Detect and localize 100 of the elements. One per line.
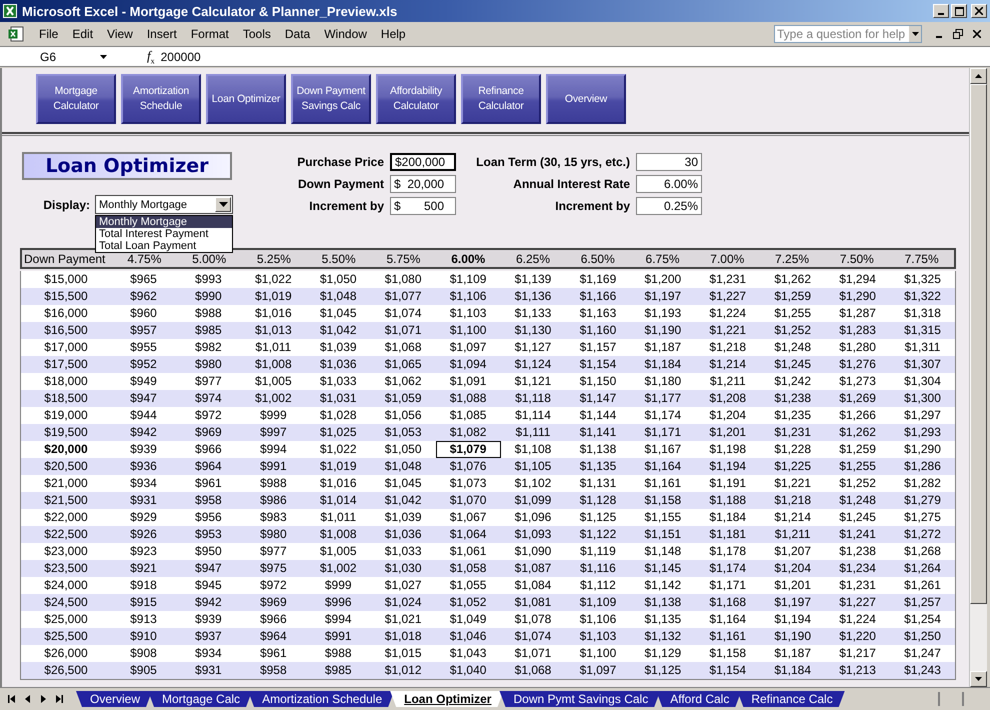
table-cell-text: $1,119 [579,543,617,560]
table-cell-text: $1,074 [514,628,552,645]
name-box[interactable]: G6 [0,50,96,64]
nav-button[interactable]: Down Payment Savings Calc [291,74,371,124]
previous-sheet-icon[interactable] [25,695,31,703]
table-cell-text: $961 [258,645,288,662]
input-field[interactable]: 6.00% [636,174,702,192]
table-cell-text: $945 [194,577,223,594]
restore-icon[interactable] [953,29,963,39]
table-cell-text: $1,214 [708,356,748,373]
table-cell-text: $1,187 [773,645,812,662]
table-cell-text: $1,090 [514,543,552,560]
nav-button[interactable]: Refinance Calculator [461,74,541,124]
table-cell-text: $1,243 [903,662,942,679]
down-arrow-icon[interactable] [975,677,982,681]
input-field[interactable]: 0.25% [636,196,702,214]
table-cell-text: $22,000 [43,509,89,526]
table-cell-text: $1,085 [448,407,488,424]
close-icon[interactable] [973,30,981,38]
nav-button[interactable]: Loan Optimizer [206,74,286,124]
menu-item[interactable]: Data [278,25,318,43]
dropdown-option[interactable]: Total Interest Payment [96,228,232,240]
dropdown-option[interactable]: Total Loan Payment [96,240,232,252]
table-cell-text: $972 [258,577,288,594]
table-cell-text: $1,164 [708,611,748,628]
up-arrow-icon[interactable] [975,74,982,78]
dropdown-option[interactable]: Monthly Mortgage [96,216,232,228]
menu-item[interactable]: Tools [236,25,278,43]
nav-button[interactable]: Amortization Schedule [121,74,201,124]
sheet-tab[interactable]: Loan Optimizer [390,691,504,707]
menu-item[interactable]: Help [374,25,413,43]
table-cell-text: $960 [129,305,158,322]
nav-button[interactable]: Affordability Calculator [376,74,456,124]
display-dropdown[interactable]: Monthly Mortgage [95,195,233,214]
menu-item[interactable]: Format [184,25,236,43]
minimize-button[interactable] [933,4,949,18]
input-field[interactable]: $ 20,000 [390,174,456,192]
table-cell-text: $1,093 [514,526,552,543]
menu-item[interactable]: Insert [140,25,184,43]
table-cell-text: $1,213 [838,662,877,679]
nav-button[interactable]: Mortgage Calculator [36,74,116,124]
table-cell-text: $19,000 [43,407,89,424]
table-cell-text: $1,005 [318,543,358,560]
input-field[interactable]: $200,000 [390,152,456,170]
first-sheet-icon[interactable] [8,695,16,703]
menu-item[interactable]: Edit [65,25,100,43]
table-cell-text: $1,163 [578,305,618,322]
table-cell-text: $1,178 [708,543,748,560]
field-label: Annual Interest Rate [513,176,630,190]
sheet-tab[interactable]: Overview [76,691,152,707]
table-cell-text: $20,500 [43,458,89,475]
close-button[interactable] [971,4,987,18]
menu-item[interactable]: View [100,25,140,43]
table-cell-text: $1,068 [514,662,552,679]
vertical-scrollbar[interactable] [969,68,987,687]
table-cell-text: $980 [194,356,223,373]
next-sheet-icon[interactable] [40,695,46,703]
table-cell-text: $972 [194,407,223,424]
help-search-field[interactable]: Type a question for help [774,25,922,43]
function-button[interactable]: f$_{x}$ [147,48,155,66]
table-cell-text: $1,238 [838,543,877,560]
column-header: Down Payment [23,252,106,266]
table-cell-text: $1,121 [514,373,552,390]
formula-field[interactable]: 200000 [160,50,201,64]
sheet-tab[interactable]: Amortization Schedule [248,691,394,707]
maximize-button[interactable] [951,4,967,18]
last-sheet-icon[interactable] [55,695,63,703]
display-label: Display: [42,198,90,212]
table-cell-text: $1,125 [643,662,682,679]
sheet-tab[interactable]: Refinance Calc [737,691,845,707]
table-cell-text: $1,014 [318,492,358,509]
sheet-tab[interactable]: Afford Calc [656,691,742,707]
table-cell-text: $1,169 [578,271,618,288]
table-cell-text: $1,231 [838,577,877,594]
table-cell-text: $1,127 [514,339,552,356]
table-cell-text: $936 [129,458,158,475]
split-handle[interactable] [938,692,964,706]
table-cell-text: $937 [194,628,223,645]
table-cell-text: $21,000 [43,475,89,492]
table-cell-text: $1,033 [318,373,358,390]
table-cell-text: $1,073 [448,475,488,492]
sheet-tab[interactable]: Mortgage Calc [148,691,252,707]
caret-icon[interactable] [100,54,107,58]
input-field[interactable]: 30 [636,152,702,170]
table-cell-text: $1,191 [708,475,748,492]
table-cell-text: $1,269 [838,390,877,407]
table-cell-text: $1,261 [903,577,942,594]
table-cell-text: $1,077 [384,288,422,305]
sheet-tab[interactable]: Down Pymt Savings Calc [499,691,660,707]
nav-button[interactable]: Overview [546,74,626,124]
column-header: 6.00% [450,252,486,266]
table-cell-text: $1,064 [448,526,488,543]
table-cell-text: $1,204 [773,560,812,577]
menu-item[interactable]: Window [317,25,374,43]
caret-icon [218,202,228,207]
input-field[interactable]: $ 500 [390,196,456,214]
menu-item[interactable]: File [32,25,66,43]
table-cell-text: $1,012 [384,662,422,679]
table-cell-text: $1,252 [773,322,812,339]
table-cell-text: $24,500 [43,594,89,611]
